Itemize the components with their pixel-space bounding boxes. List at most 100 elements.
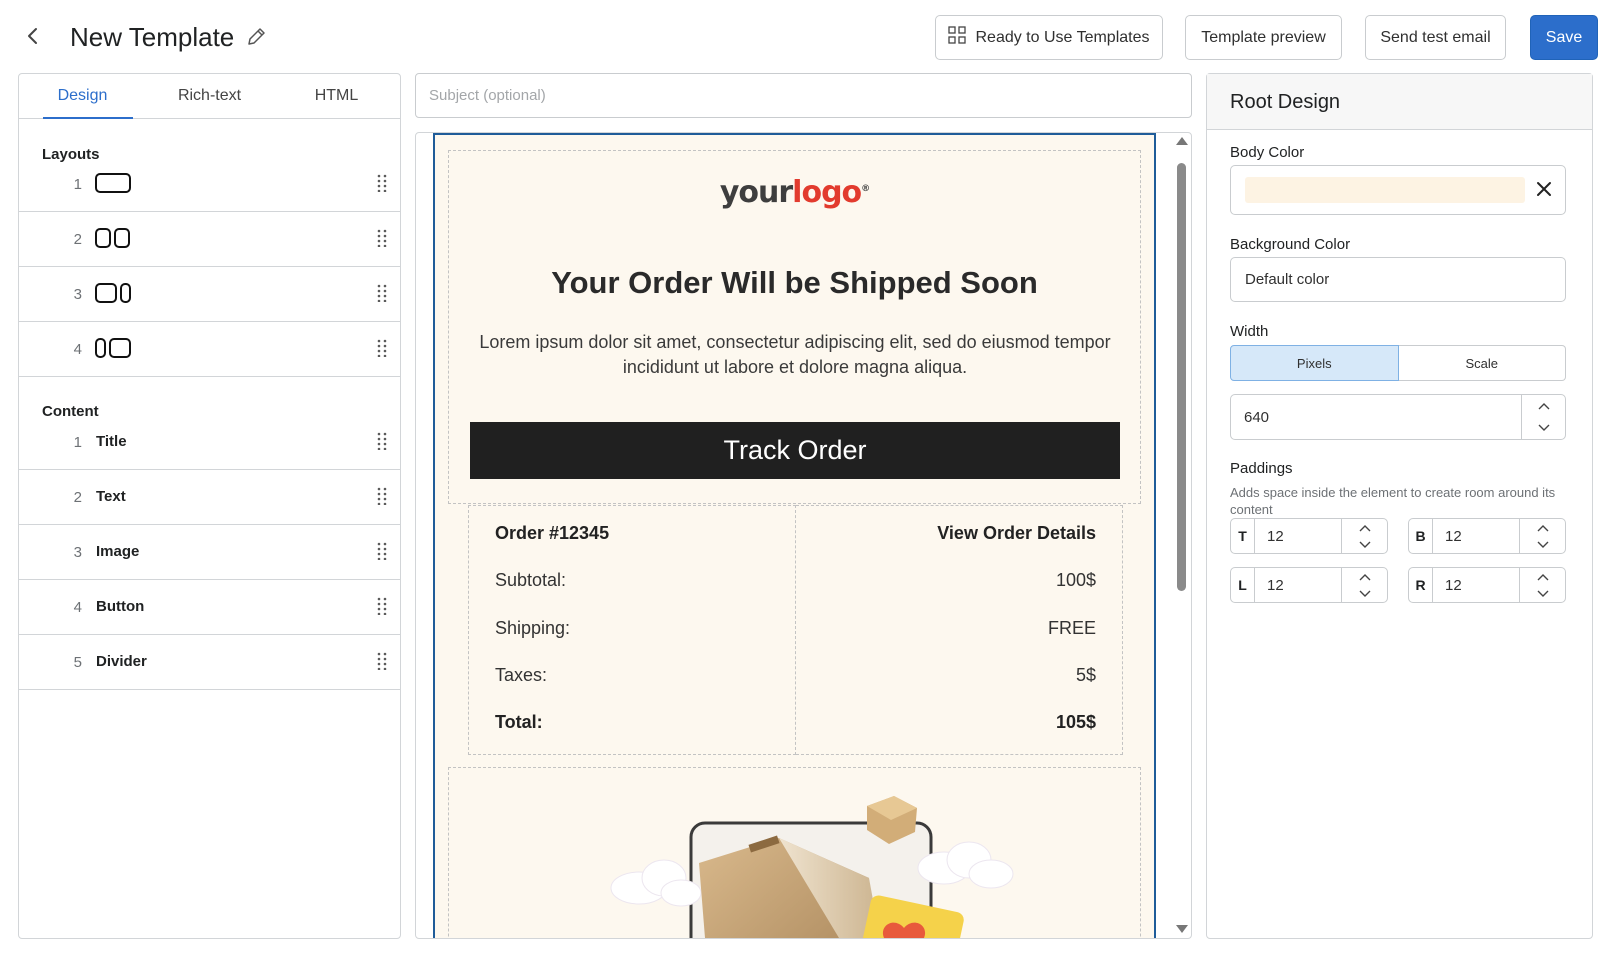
width-label: Width xyxy=(1230,323,1269,340)
drag-handle-icon[interactable] xyxy=(377,597,387,620)
layout-item-2[interactable]: 2 xyxy=(19,212,400,267)
background-color-label: Background Color xyxy=(1230,236,1351,253)
tab-design[interactable]: Design xyxy=(19,74,146,119)
template-preview-button[interactable]: Template preview xyxy=(1185,15,1342,60)
shipping-label: Shipping: xyxy=(495,618,571,638)
drag-handle-icon[interactable] xyxy=(377,284,387,307)
paddings-label: Paddings xyxy=(1230,460,1293,477)
chevron-down-icon[interactable] xyxy=(1520,536,1565,553)
ready-to-use-templates-button[interactable]: Ready to Use Templates xyxy=(935,15,1163,60)
item-number: 1 xyxy=(73,434,82,451)
chevron-down-icon[interactable] xyxy=(1522,417,1565,439)
delivery-box-illustration xyxy=(610,796,1014,938)
save-button[interactable]: Save xyxy=(1530,15,1598,60)
editor-mode-tabs: Design Rich-text HTML xyxy=(19,74,400,119)
scroll-down-arrow-icon[interactable] xyxy=(1176,925,1188,933)
track-order-button[interactable]: Track Order xyxy=(470,422,1120,479)
chevron-down-icon[interactable] xyxy=(1342,585,1387,602)
properties-panel: Root Design Body Color Background Color … xyxy=(1206,73,1593,939)
one-column-layout-icon xyxy=(95,173,131,195)
order-summary-labels[interactable]: Order #12345 Subtotal: Shipping: Taxes: … xyxy=(468,505,796,755)
shipping-value: FREE xyxy=(1047,618,1096,638)
layout-item-4[interactable]: 4 xyxy=(19,322,400,377)
padding-left-field[interactable]: L xyxy=(1230,567,1388,603)
padding-bottom-field[interactable]: B xyxy=(1408,518,1566,554)
drag-handle-icon[interactable] xyxy=(377,652,387,675)
content-item-button[interactable]: 4 Button xyxy=(19,580,400,635)
scroll-up-arrow-icon[interactable] xyxy=(1176,137,1188,145)
width-mode-scale[interactable]: Scale xyxy=(1398,345,1566,381)
scrollbar-thumb[interactable] xyxy=(1177,163,1186,591)
tab-rich-text[interactable]: Rich-text xyxy=(146,74,273,118)
view-order-details-link[interactable]: View Order Details xyxy=(937,523,1096,544)
padding-left-stepper xyxy=(1341,568,1387,602)
padding-top-field[interactable]: T xyxy=(1230,518,1388,554)
content-item-image[interactable]: 3 Image xyxy=(19,525,400,580)
padding-right-tag: R xyxy=(1409,568,1433,602)
padding-bottom-input[interactable] xyxy=(1433,519,1523,553)
drag-handle-icon[interactable] xyxy=(377,542,387,565)
padding-top-tag: T xyxy=(1231,519,1255,553)
email-headline[interactable]: Your Order Will be Shipped Soon xyxy=(435,265,1154,301)
drag-handle-icon[interactable] xyxy=(377,432,387,455)
width-input[interactable] xyxy=(1231,395,1511,439)
body-color-swatch[interactable] xyxy=(1245,177,1525,203)
grid-icon xyxy=(948,26,967,49)
content-item-title[interactable]: 1 Title xyxy=(19,415,400,470)
background-color-field[interactable]: Default color xyxy=(1230,257,1566,302)
padding-bottom-stepper xyxy=(1519,519,1565,553)
registered-mark: ® xyxy=(861,184,870,194)
clear-color-icon[interactable] xyxy=(1533,178,1555,200)
width-mode-pixels[interactable]: Pixels xyxy=(1230,345,1399,381)
padding-bottom-tag: B xyxy=(1409,519,1433,553)
taxes-value: 5$ xyxy=(1075,665,1096,685)
content-item-label: Button xyxy=(96,598,145,615)
send-test-email-button[interactable]: Send test email xyxy=(1365,15,1506,60)
content-item-label: Text xyxy=(96,488,126,505)
email-canvas[interactable]: yourlogo® Your Order Will be Shipped Soo… xyxy=(415,132,1192,939)
order-summary-values[interactable]: View Order Details 100$ FREE 5$ 105$ xyxy=(796,505,1123,755)
ready-to-use-templates-label: Ready to Use Templates xyxy=(975,28,1150,46)
chevron-up-icon[interactable] xyxy=(1342,568,1387,585)
left-panel: Design Rich-text HTML Layouts 1 2 3 4 Co… xyxy=(18,73,401,939)
content-item-divider[interactable]: 5 Divider xyxy=(19,635,400,690)
image-block[interactable] xyxy=(448,767,1141,938)
taxes-label: Taxes: xyxy=(495,665,548,685)
padding-right-field[interactable]: R xyxy=(1408,567,1566,603)
chevron-up-icon[interactable] xyxy=(1342,519,1387,536)
item-number: 1 xyxy=(73,176,82,193)
chevron-down-icon[interactable] xyxy=(1520,585,1565,602)
item-number: 2 xyxy=(73,489,82,506)
drag-handle-icon[interactable] xyxy=(377,229,387,252)
subtotal-label: Subtotal: xyxy=(495,570,567,590)
body-color-picker[interactable] xyxy=(1230,165,1566,215)
chevron-up-icon[interactable] xyxy=(1520,568,1565,585)
subject-input[interactable] xyxy=(415,73,1192,118)
total-label: Total: xyxy=(495,712,543,732)
logo[interactable]: yourlogo® xyxy=(435,175,1154,210)
drag-handle-icon[interactable] xyxy=(377,487,387,510)
width-stepper xyxy=(1521,395,1565,439)
content-item-label: Image xyxy=(96,543,140,560)
pencil-icon[interactable] xyxy=(245,26,267,48)
chevron-down-icon[interactable] xyxy=(1342,536,1387,553)
email-body-text[interactable]: Lorem ipsum dolor sit amet, consectetur … xyxy=(475,330,1115,380)
chevron-up-icon[interactable] xyxy=(1522,395,1565,417)
email-body[interactable]: yourlogo® Your Order Will be Shipped Soo… xyxy=(433,133,1156,938)
padding-right-input[interactable] xyxy=(1433,568,1523,602)
drag-handle-icon[interactable] xyxy=(377,339,387,362)
chevron-up-icon[interactable] xyxy=(1520,519,1565,536)
wide-narrow-layout-icon xyxy=(95,283,131,305)
padding-top-input[interactable] xyxy=(1255,519,1345,553)
tab-html[interactable]: HTML xyxy=(273,74,400,118)
content-item-text[interactable]: 2 Text xyxy=(19,470,400,525)
layout-item-1[interactable]: 1 xyxy=(19,157,400,212)
width-number-field[interactable] xyxy=(1230,394,1566,440)
padding-left-input[interactable] xyxy=(1255,568,1345,602)
logo-text-logo: logo xyxy=(792,175,862,210)
layout-item-3[interactable]: 3 xyxy=(19,267,400,322)
background-color-value: Default color xyxy=(1245,271,1330,288)
width-mode-toggle: Pixels Scale xyxy=(1230,345,1566,381)
back-icon[interactable] xyxy=(22,24,44,48)
drag-handle-icon[interactable] xyxy=(377,174,387,197)
